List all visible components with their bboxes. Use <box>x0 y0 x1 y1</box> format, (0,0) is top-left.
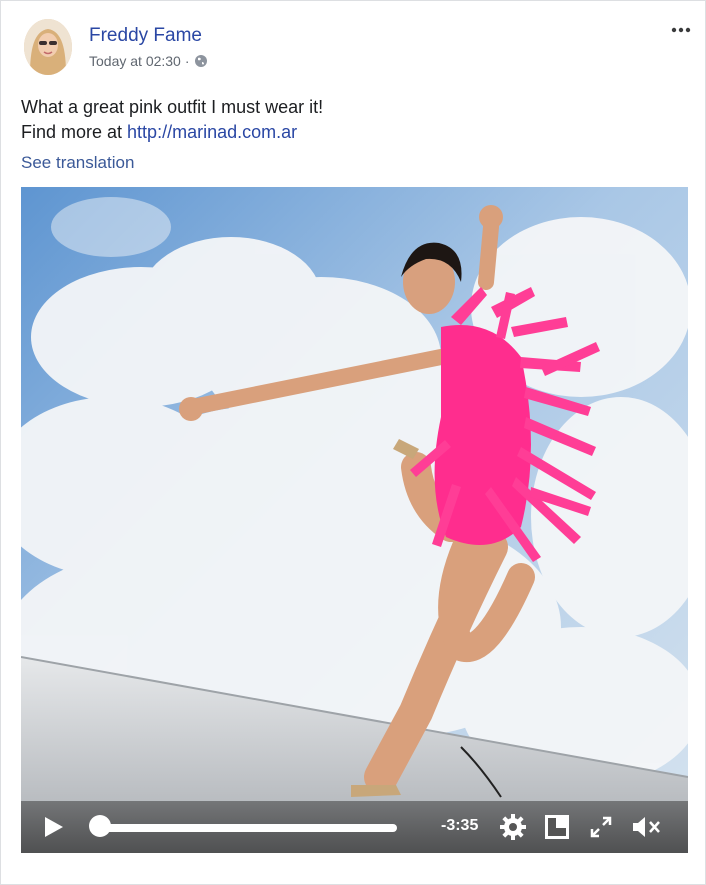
video-player[interactable]: -3:35 <box>21 187 688 853</box>
post-text-line1: What a great pink outfit I must wear it! <box>21 97 324 117</box>
author-name[interactable]: Freddy Fame <box>89 25 202 47</box>
remaining-time: -3:35 <box>441 817 479 834</box>
video-controls: -3:35 <box>21 801 688 853</box>
post-link[interactable]: http://marinad.com.ar <box>127 122 297 142</box>
post-card: Freddy Fame Today at 02:30 · What a grea… <box>0 0 706 885</box>
globe-icon[interactable] <box>194 54 208 68</box>
post-timestamp[interactable]: Today at 02:30 <box>89 53 181 69</box>
progress-handle[interactable] <box>89 815 111 837</box>
mute-icon[interactable] <box>631 813 663 846</box>
post-header: Freddy Fame Today at 02:30 · <box>21 19 691 79</box>
post-text-line2: Find more at http://marinad.com.ar <box>21 120 323 145</box>
avatar[interactable] <box>24 19 72 75</box>
fullscreen-icon[interactable] <box>589 815 613 844</box>
post-text-prefix: Find more at <box>21 122 128 142</box>
post-meta: Today at 02:30 · <box>89 53 208 69</box>
see-translation-link[interactable]: See translation <box>21 153 134 173</box>
settings-icon[interactable] <box>499 813 527 846</box>
play-icon[interactable] <box>43 815 65 844</box>
video-frame <box>21 187 688 853</box>
post-text: What a great pink outfit I must wear it!… <box>21 95 323 145</box>
picture-in-picture-icon[interactable] <box>544 814 570 845</box>
progress-bar[interactable] <box>101 824 397 832</box>
meta-separator: · <box>184 53 190 69</box>
more-options-icon[interactable] <box>667 19 695 41</box>
